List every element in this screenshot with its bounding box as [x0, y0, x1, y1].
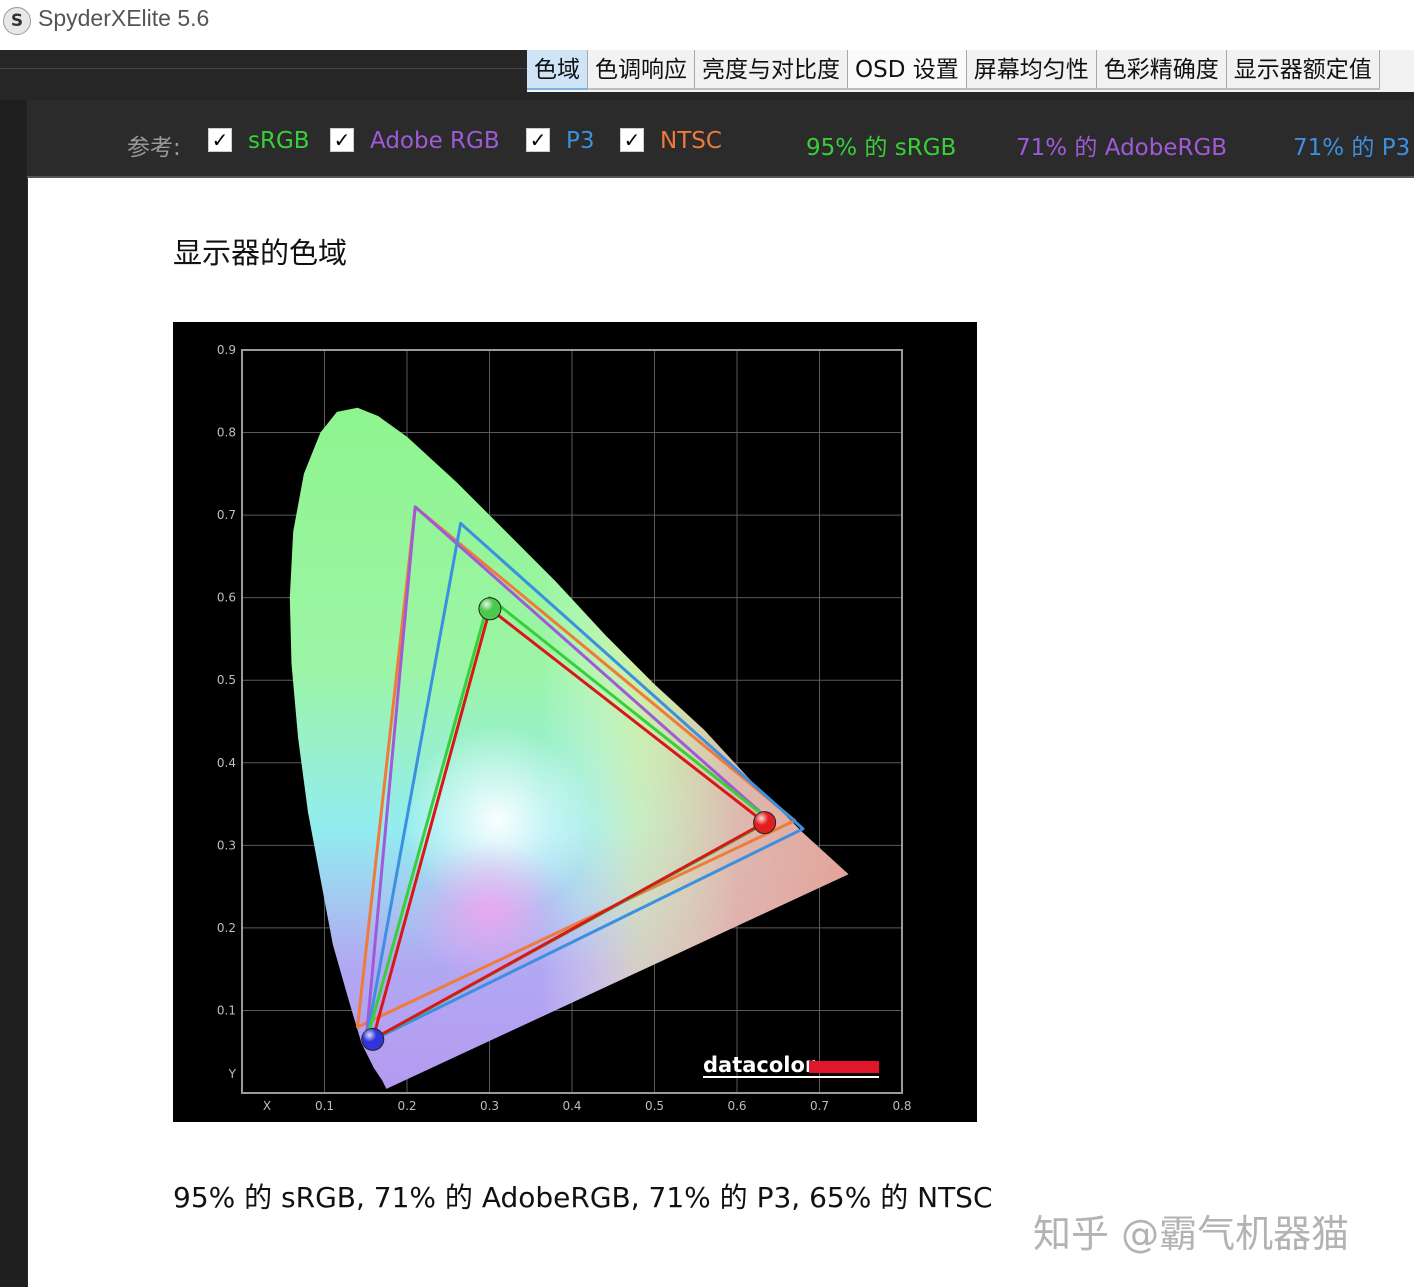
- y-axis-label: Y: [228, 1067, 237, 1081]
- tab-screen-uniformity[interactable]: 屏幕均匀性: [966, 50, 1097, 90]
- x-tick-label: 0.1: [315, 1099, 334, 1113]
- y-tick-label: 0.7: [217, 508, 236, 522]
- report-panel: 显示器的色域 0.1 0.2 0.3 0.4 0.5 0.6 0.7 0.8 0…: [28, 178, 1414, 1287]
- tab-gamut[interactable]: 色域: [527, 50, 588, 90]
- tab-osd-settings[interactable]: OSD 设置: [848, 50, 967, 90]
- y-tick-label: 0.2: [217, 921, 236, 935]
- spectral-locus-red-tint: [289, 407, 849, 1089]
- srgb-checkbox[interactable]: ✓: [208, 128, 232, 152]
- title-bar: S SpyderXElite 5.6: [0, 0, 1414, 50]
- reference-label: 参考:: [127, 135, 181, 161]
- srgb-reference-label: sRGB: [248, 128, 310, 154]
- green-primary-highlight: [478, 597, 501, 620]
- tab-bar-divider: [0, 68, 528, 69]
- tab-display-rating[interactable]: 显示器额定值: [1226, 50, 1380, 90]
- x-tick-label: 0.3: [480, 1099, 499, 1113]
- blue-primary-highlight: [361, 1028, 384, 1051]
- srgb-coverage-stat: 95% 的 sRGB: [806, 135, 957, 161]
- reference-bar: 参考: ✓ sRGB ✓ Adobe RGB ✓ P3 ✓ NTSC 95% 的…: [27, 100, 1414, 178]
- gamut-summary: 95% 的 sRGB, 71% 的 AdobeRGB, 71% 的 P3, 65…: [173, 1181, 993, 1214]
- zhihu-watermark: 知乎 @霸气机器猫: [1033, 1212, 1350, 1256]
- y-tick-label: 0.9: [217, 343, 236, 357]
- gamut-chart: 0.1 0.2 0.3 0.4 0.5 0.6 0.7 0.8 0.1 0.2 0.3 0.4 0.5 0…: [173, 322, 977, 1122]
- left-panel-edge: [0, 100, 27, 1287]
- x-tick-label: 0.5: [645, 1099, 664, 1113]
- y-tick-label: 0.6: [217, 591, 236, 605]
- app-title: SpyderXElite 5.6: [38, 5, 210, 31]
- adobergb-coverage-stat: 71% 的 AdobeRGB: [1016, 135, 1228, 161]
- x-tick-label: 0.6: [727, 1099, 746, 1113]
- p3-checkbox[interactable]: ✓: [526, 128, 550, 152]
- y-tick-label: 0.8: [217, 426, 236, 440]
- tab-tone-response[interactable]: 色调响应: [588, 50, 695, 90]
- x-axis-label: X: [263, 1099, 271, 1113]
- ntsc-reference-label: NTSC: [660, 128, 722, 154]
- y-tick-label: 0.3: [217, 838, 236, 852]
- x-tick-label: 0.7: [810, 1099, 829, 1113]
- y-tick-label: 0.5: [217, 673, 236, 687]
- adobe-rgb-reference-label: Adobe RGB: [370, 128, 500, 154]
- tab-brightness-contrast[interactable]: 亮度与对比度: [695, 50, 848, 90]
- red-primary-highlight: [753, 811, 776, 834]
- cie-diagram: 0.1 0.2 0.3 0.4 0.5 0.6 0.7 0.8 0.1 0.2 0.3 0.4 0.5 0…: [217, 343, 912, 1113]
- x-tick-label: 0.8: [892, 1099, 911, 1113]
- ntsc-checkbox[interactable]: ✓: [620, 128, 644, 152]
- datacolor-logo-bar: [809, 1061, 879, 1073]
- tab-color-accuracy[interactable]: 色彩精确度: [1096, 50, 1227, 90]
- adobe-rgb-checkbox[interactable]: ✓: [330, 128, 354, 152]
- app-logo-icon: S: [3, 7, 31, 35]
- y-tick-label: 0.1: [217, 1003, 236, 1017]
- magenta-glow: [409, 841, 570, 982]
- p3-reference-label: P3: [566, 128, 595, 154]
- tab-strip: 色域 色调响应 亮度与对比度 OSD 设置 屏幕均匀性 色彩精确度 显示器额定值: [527, 50, 1414, 92]
- p3-coverage-stat: 71% 的 P3: [1293, 135, 1411, 161]
- datacolor-logo: datacolor: [703, 1053, 816, 1077]
- x-tick-label: 0.2: [397, 1099, 416, 1113]
- x-tick-label: 0.4: [562, 1099, 581, 1113]
- y-tick-label: 0.4: [217, 756, 236, 770]
- section-heading: 显示器的色域: [173, 236, 348, 270]
